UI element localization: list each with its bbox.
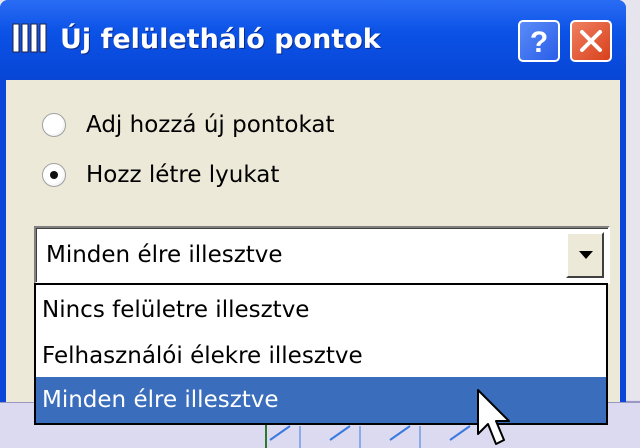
svg-text:?: ? — [530, 26, 548, 59]
fit-mode-dropdown-list: Nincs felületre illesztve Felhasználói é… — [34, 283, 608, 425]
combobox-value: Minden élre illesztve — [46, 242, 283, 268]
help-button[interactable]: ? — [518, 20, 560, 62]
help-icon: ? — [530, 26, 548, 59]
dropdown-item-all-edges[interactable]: Minden élre illesztve — [36, 377, 606, 423]
radio-option-create-hole[interactable]: Hozz létre lyukat — [42, 160, 279, 190]
title-bar[interactable]: Új felületháló pontok ? — [0, 0, 626, 80]
radio-label-add-points: Adj hozzá új pontokat — [86, 112, 335, 138]
radio-button-create-hole[interactable] — [42, 163, 66, 187]
mouse-pointer-icon — [477, 389, 510, 445]
combobox-dropdown-button[interactable] — [566, 232, 604, 278]
radio-label-create-hole: Hozz létre lyukat — [86, 162, 280, 188]
radio-option-add-points[interactable]: Adj hozzá új pontokat — [42, 110, 334, 140]
dropdown-item-no-surface[interactable]: Nincs felületre illesztve — [36, 287, 606, 333]
close-x-icon — [580, 30, 602, 52]
chevron-down-icon — [579, 251, 593, 259]
close-button[interactable] — [570, 20, 612, 62]
grid-app-icon — [12, 22, 48, 56]
window-title: Új felületháló pontok — [60, 24, 381, 55]
radio-button-add-points[interactable] — [42, 113, 66, 137]
dropdown-item-user-edges[interactable]: Felhasználói élekre illesztve — [36, 333, 606, 379]
fit-mode-combobox[interactable]: Minden élre illesztve — [34, 226, 610, 284]
